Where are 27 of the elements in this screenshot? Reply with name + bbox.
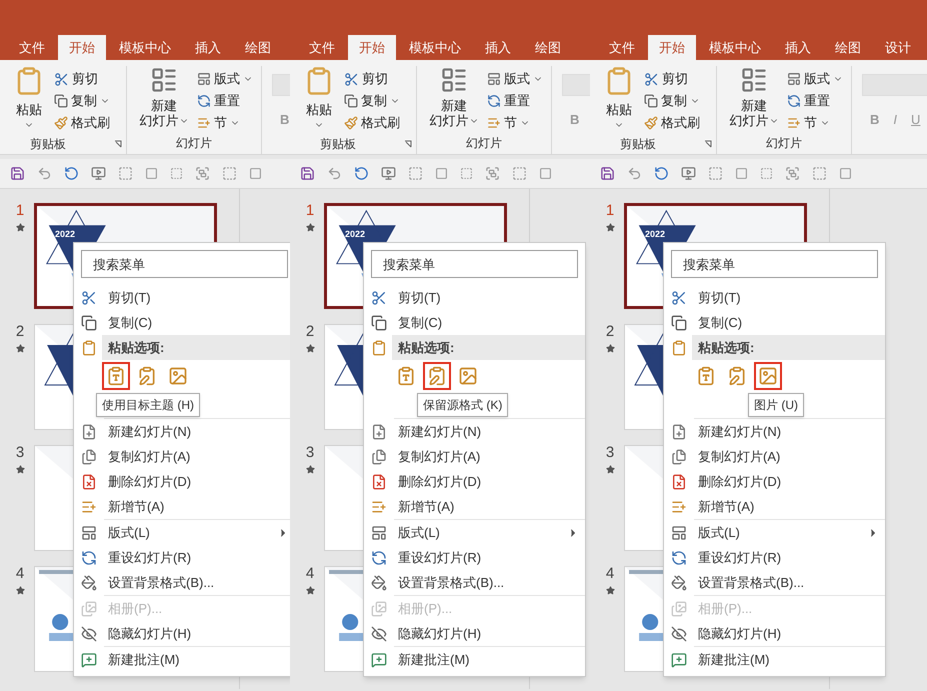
slide-title: 2022 bbox=[345, 228, 366, 241]
paste-options-header: 粘贴选项: bbox=[102, 335, 290, 360]
slide-title: 2022 bbox=[55, 228, 76, 241]
tooltip: 图片 (U) bbox=[748, 393, 804, 417]
group-label: 剪贴板 bbox=[30, 136, 66, 153]
slide-number: 3 bbox=[16, 445, 24, 461]
group-label: 幻灯片 bbox=[466, 135, 502, 152]
slide-title: 2022 bbox=[645, 228, 666, 241]
paste-options-header: 粘贴选项: bbox=[692, 335, 885, 360]
paste-options-header: 粘贴选项: bbox=[392, 335, 585, 360]
slide-number: 3 bbox=[306, 445, 314, 461]
tooltip: 使用目标主题 (H) bbox=[96, 393, 200, 417]
slide-number: 1 bbox=[606, 203, 614, 219]
tooltip: 保留源格式 (K) bbox=[417, 393, 508, 417]
slide-number: 2 bbox=[306, 324, 314, 340]
slide-number: 4 bbox=[16, 566, 24, 582]
slide-number: 2 bbox=[16, 324, 24, 340]
slide-number: 4 bbox=[606, 566, 614, 582]
group-label: 剪贴板 bbox=[620, 136, 656, 153]
group-label: 幻灯片 bbox=[766, 135, 802, 152]
slide-number: 4 bbox=[306, 566, 314, 582]
slide-number: 1 bbox=[16, 203, 24, 219]
slide-number: 3 bbox=[606, 445, 614, 461]
slide-number: 2 bbox=[606, 324, 614, 340]
group-label: 剪贴板 bbox=[320, 136, 356, 153]
group-label: 幻灯片 bbox=[176, 135, 212, 152]
slide-number: 1 bbox=[306, 203, 314, 219]
